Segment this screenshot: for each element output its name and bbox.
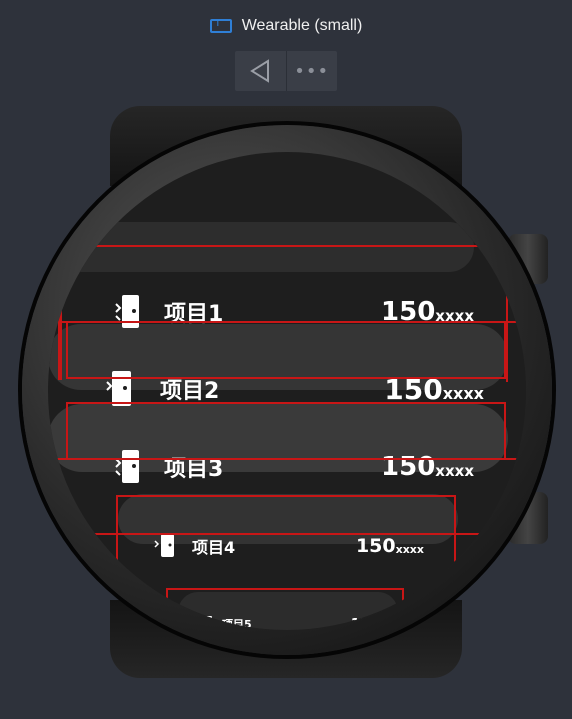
guide-line — [58, 300, 62, 380]
back-triangle-icon — [250, 59, 270, 83]
preview-toolbar: ••• — [235, 51, 337, 91]
list-item-background — [48, 222, 474, 272]
guide-line — [48, 533, 526, 535]
list-item-unit: xxxx — [442, 383, 484, 403]
list-item-unit: xxxx — [435, 462, 474, 480]
guide-line — [48, 321, 526, 323]
more-button[interactable]: ••• — [286, 51, 337, 91]
watch-screen: 项目1 150 xxxx 项目2 150 xxxx 项目3 150 xxxx 项… — [48, 152, 526, 630]
guide-box — [166, 588, 404, 630]
guide-line — [506, 292, 508, 382]
device-title-bar: Wearable (small) — [0, 14, 572, 38]
guide-box — [66, 322, 506, 379]
guide-box — [66, 402, 506, 460]
back-button[interactable] — [235, 51, 286, 91]
device-type-icon — [209, 18, 232, 33]
more-icon: ••• — [294, 60, 330, 82]
guide-line — [48, 458, 526, 460]
device-label: Wearable (small) — [241, 17, 363, 34]
guide-line — [48, 245, 526, 247]
